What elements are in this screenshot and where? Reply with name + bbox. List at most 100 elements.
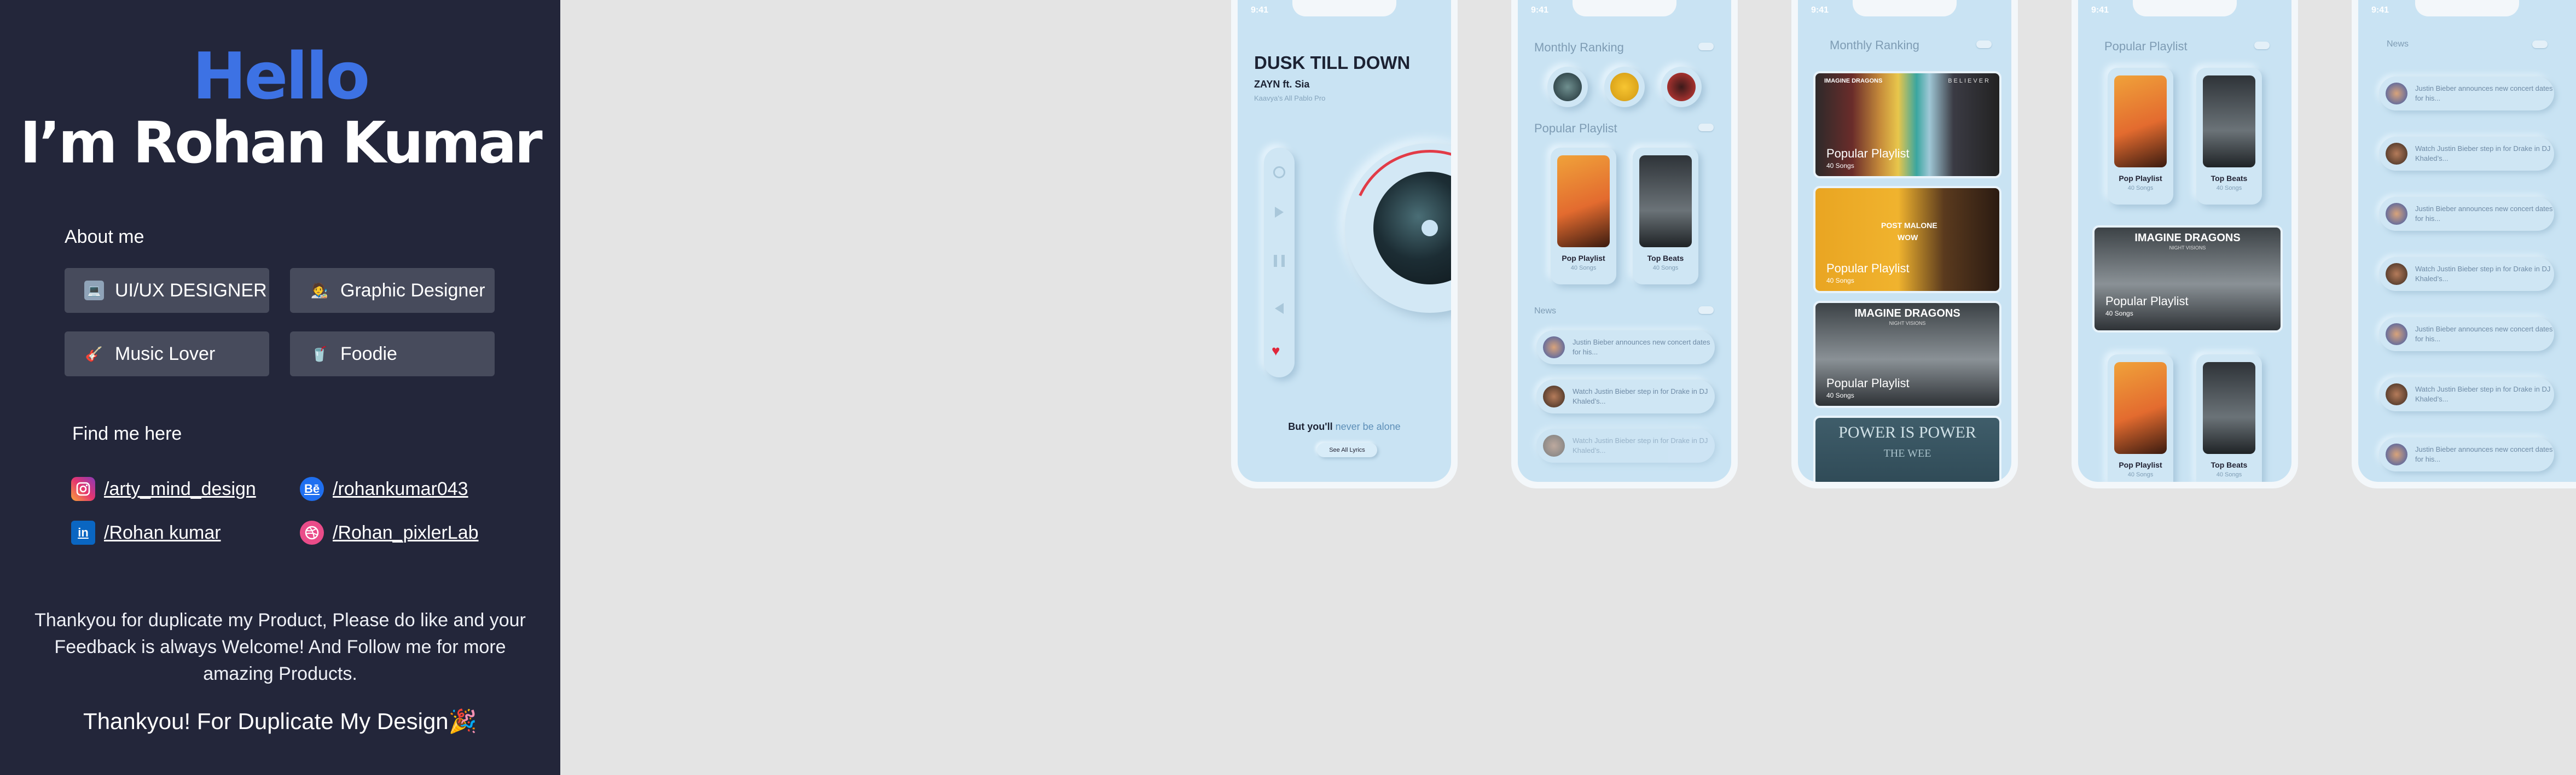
news-item[interactable]: Justin Bieber announces new concert date… xyxy=(2379,197,2554,231)
instagram-icon xyxy=(71,477,95,501)
feature-title: Popular Playlist xyxy=(2105,294,2189,308)
banner-art-subtext: WOW xyxy=(1898,233,1918,242)
playlist-card[interactable]: Pop Playlist 40 Songs xyxy=(2108,354,2173,482)
player-controls: ♥ xyxy=(1264,148,1295,377)
playlist-title: Pop Playlist xyxy=(2119,174,2162,183)
phone-screen: 9:41 Popular Playlist Pop Playlist 40 So… xyxy=(2078,0,2291,482)
pause-icon[interactable] xyxy=(1274,255,1285,267)
featured-playlist[interactable]: IMAGINE DRAGONS NIGHT VISIONS Popular Pl… xyxy=(2092,225,2283,333)
next-icon[interactable] xyxy=(1275,207,1284,218)
more-icon[interactable] xyxy=(1698,306,1714,314)
behance-icon: Bē xyxy=(300,477,324,501)
drink-icon: 🥤 xyxy=(310,345,329,362)
link-label: /arty_mind_design xyxy=(104,478,256,499)
playlist-banner[interactable]: IMAGINE DRAGONS NIGHT VISIONS Popular Pl… xyxy=(1813,301,2001,408)
chip-uiux-designer: 💻 UI/UX DESIGNER xyxy=(65,268,269,313)
playlist-card[interactable]: Pop Playlist 40 Songs xyxy=(2108,68,2173,205)
news-item[interactable]: Justin Bieber announces new concert date… xyxy=(2379,438,2554,471)
status-time: 9:41 xyxy=(1251,5,1269,15)
banner-title: Popular Playlist xyxy=(1826,147,1910,160)
ranking-avatar-1[interactable] xyxy=(1547,67,1588,107)
song-album: Kaavya's All Pablo Pro xyxy=(1254,94,1326,102)
ranking-avatar-2[interactable] xyxy=(1604,67,1645,107)
news-item[interactable]: Watch Justin Bieber step in for Drake in… xyxy=(2379,257,2554,291)
playlist-banner[interactable]: POWER IS POWER THE WEE xyxy=(1813,416,2001,482)
playlist-card[interactable]: Top Beats 40 Songs xyxy=(1633,148,1698,284)
album-cover xyxy=(2203,75,2255,167)
banner-count: 40 Songs xyxy=(1826,392,1854,399)
phone-monthly-ranking: 9:41 Monthly Ranking IMAGINE DRAGONS BEL… xyxy=(1791,0,2018,488)
playlist-banner[interactable]: POST MALONE WOW Popular Playlist 40 Song… xyxy=(1813,186,2001,293)
news-item[interactable]: Justin Bieber announces new concert date… xyxy=(2379,77,2554,110)
more-icon[interactable] xyxy=(2254,42,2270,49)
playlist-card[interactable]: Top Beats 40 Songs xyxy=(2196,354,2262,482)
banner-art-text: IMAGINE DRAGONS xyxy=(1824,78,1883,84)
feature-art-subtext: NIGHT VISIONS xyxy=(2169,245,2206,250)
find-me-heading: Find me here xyxy=(72,423,182,444)
playlist-count: 40 Songs xyxy=(2127,471,2154,478)
linkedin-link[interactable]: in /Rohan kumar xyxy=(71,521,221,545)
more-icon[interactable] xyxy=(1698,43,1714,50)
instagram-link[interactable]: /arty_mind_design xyxy=(71,477,256,501)
news-text: Watch Justin Bieber step in for Drake in… xyxy=(2415,144,2551,162)
news-text: Watch Justin Bieber step in for Drake in… xyxy=(2415,265,2551,283)
lyric-prefix: But you'll xyxy=(1288,421,1333,432)
playlist-title: Top Beats xyxy=(1647,254,1684,263)
more-icon[interactable] xyxy=(1976,40,1992,48)
news-avatar xyxy=(1543,435,1565,457)
phone-screen: 9:41 Monthly Ranking Popular Playlist Po… xyxy=(1518,0,1731,482)
playlist-card[interactable]: Top Beats 40 Songs xyxy=(2196,68,2262,205)
chip-music-lover: 🎸 Music Lover xyxy=(65,331,269,376)
news-text: Watch Justin Bieber step in for Drake in… xyxy=(1573,436,1708,454)
news-avatar xyxy=(2386,203,2407,225)
more-icon[interactable] xyxy=(1698,124,1714,131)
news-avatar xyxy=(2386,83,2407,104)
news-item[interactable]: Watch Justin Bieber step in for Drake in… xyxy=(1536,429,1715,463)
news-avatar xyxy=(2386,383,2407,405)
news-heading: News xyxy=(1534,306,1557,316)
news-item[interactable]: Justin Bieber announces new concert date… xyxy=(1536,330,1715,364)
ranking-avatar-3[interactable] xyxy=(1661,67,1702,107)
news-item[interactable]: Watch Justin Bieber step in for Drake in… xyxy=(1536,380,1715,413)
guitar-icon: 🎸 xyxy=(85,345,103,362)
playlist-card[interactable]: Pop Playlist 40 Songs xyxy=(1551,148,1616,284)
news-item[interactable]: Justin Bieber announces new concert date… xyxy=(2379,317,2554,351)
phone-notch xyxy=(1292,0,1396,16)
chip-label: Foodie xyxy=(340,343,397,364)
phone-now-playing: 9:41 DUSK TILL DOWN ZAYN ft. Sia Kaavya'… xyxy=(1231,0,1458,488)
playlist-banner[interactable]: IMAGINE DRAGONS BELIEVER Popular Playlis… xyxy=(1813,71,2001,178)
feature-art-text: IMAGINE DRAGONS xyxy=(2134,232,2241,244)
album-cover xyxy=(1639,155,1692,247)
status-time: 9:41 xyxy=(1531,5,1549,15)
chip-label: UI/UX DESIGNER xyxy=(115,279,267,301)
playlist-title: Top Beats xyxy=(2211,461,2248,469)
hello-heading: Hello xyxy=(192,38,370,114)
song-artist: ZAYN ft. Sia xyxy=(1254,79,1310,90)
heart-icon[interactable]: ♥ xyxy=(1272,342,1280,359)
playlist-count: 40 Songs xyxy=(2127,185,2154,191)
behance-link[interactable]: Bē /rohankumar043 xyxy=(300,477,468,501)
news-item[interactable]: Watch Justin Bieber step in for Drake in… xyxy=(2379,377,2554,411)
news-item[interactable]: Watch Justin Bieber step in for Drake in… xyxy=(2379,137,2554,171)
news-text: Justin Bieber announces new concert date… xyxy=(2415,325,2553,343)
news-avatar xyxy=(1543,386,1565,407)
news-text: Watch Justin Bieber step in for Drake in… xyxy=(1573,387,1708,405)
volume-icon[interactable] xyxy=(1273,166,1285,178)
phone-notch xyxy=(1853,0,1957,16)
dribbble-link[interactable]: /Rohan_pixlerLab xyxy=(300,521,479,545)
lyric-highlight: never be alone xyxy=(1335,421,1401,432)
designer-icon: 🧑‍🎨 xyxy=(310,282,329,299)
phone-notch xyxy=(1573,0,1676,16)
see-all-lyrics-button[interactable]: See All Lyrics xyxy=(1317,443,1377,457)
lyric-line: But you'll never be alone xyxy=(1238,421,1451,433)
playlist-count: 40 Songs xyxy=(2216,185,2242,191)
phone-screen: 9:41 News Justin Bieber announces new co… xyxy=(2358,0,2576,482)
news-avatar xyxy=(1543,336,1565,358)
news-text: Watch Justin Bieber step in for Drake in… xyxy=(2415,385,2551,403)
more-icon[interactable] xyxy=(2532,40,2548,48)
monthly-ranking-heading: Monthly Ranking xyxy=(1534,40,1624,54)
previous-icon[interactable] xyxy=(1275,303,1284,314)
chip-graphic-designer: 🧑‍🎨 Graphic Designer xyxy=(290,268,495,313)
linkedin-icon: in xyxy=(71,521,95,545)
album-cover xyxy=(2114,75,2167,167)
